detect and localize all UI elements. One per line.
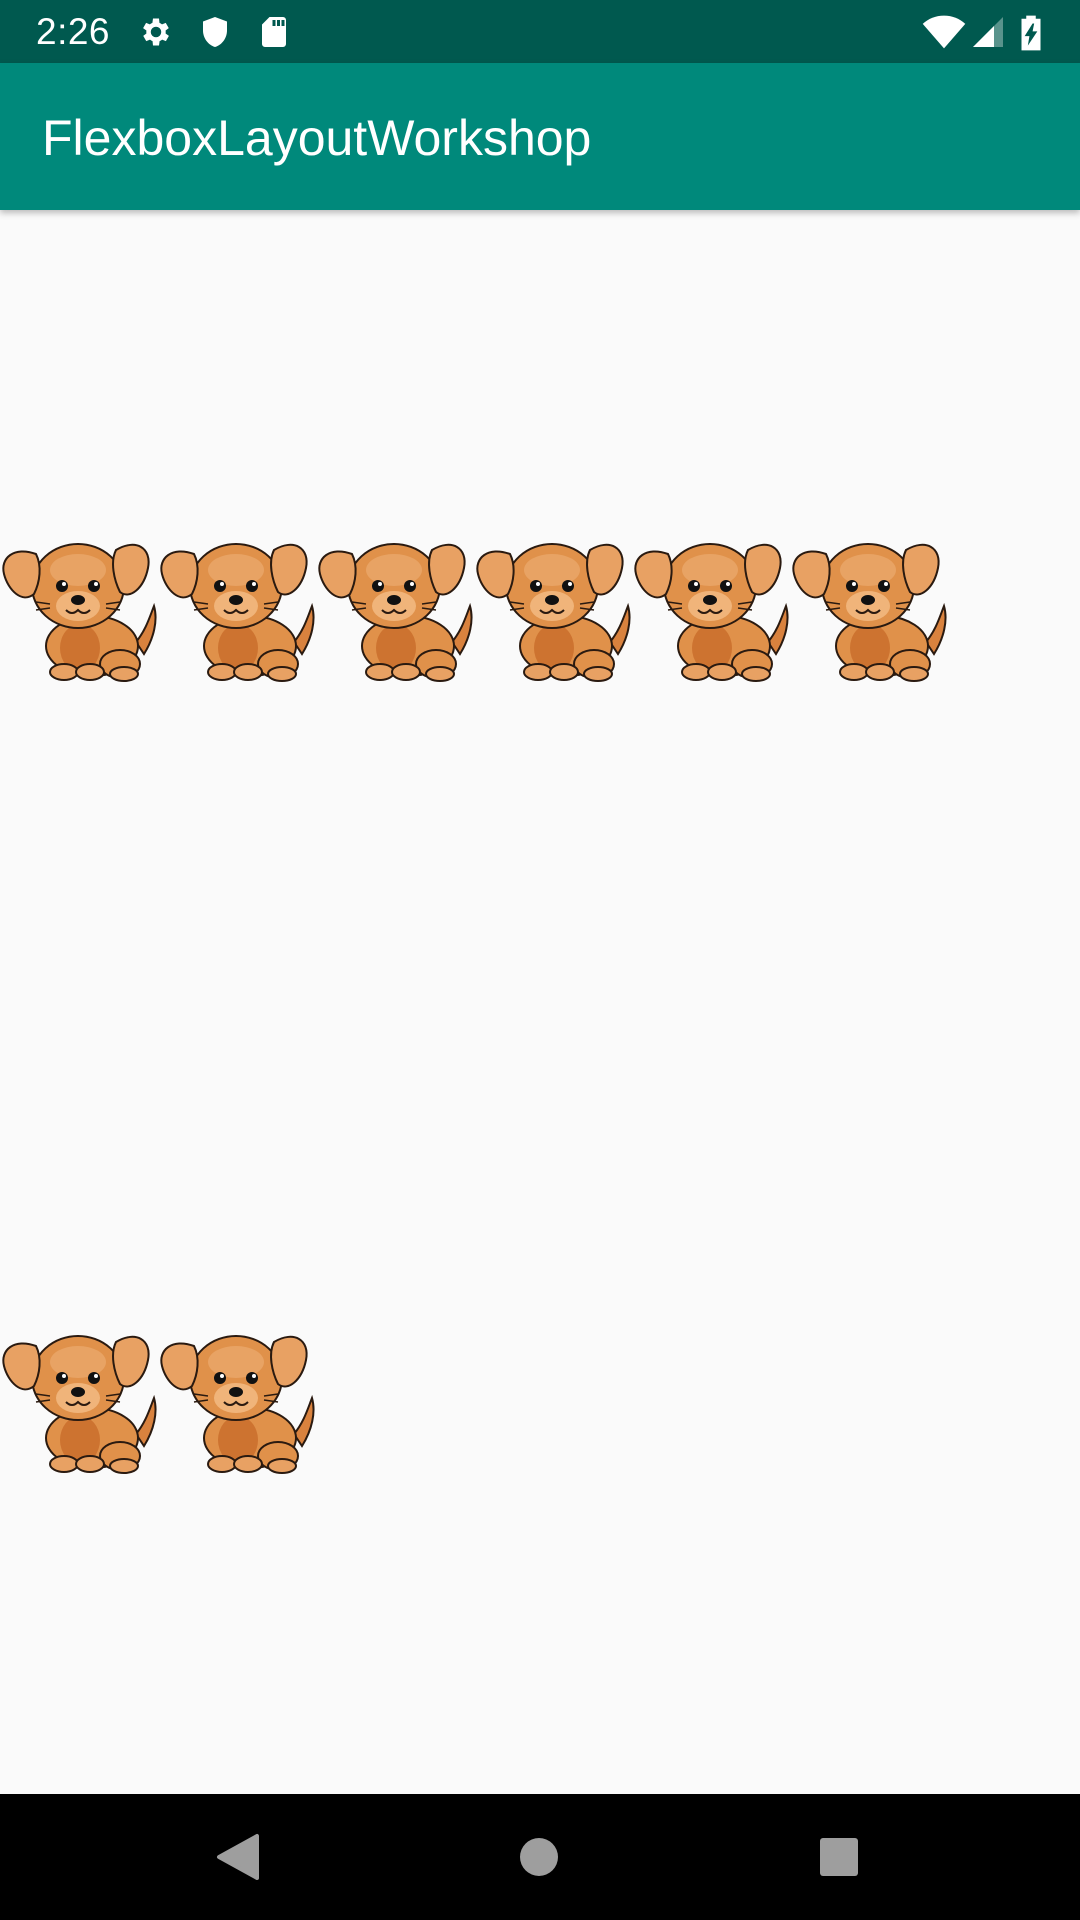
puppy-row-1 xyxy=(0,530,948,682)
shield-icon xyxy=(197,14,233,50)
status-bar: 2:26 xyxy=(0,0,1080,63)
puppy-image xyxy=(790,530,948,682)
app-title: FlexboxLayoutWorkshop xyxy=(42,110,592,166)
wifi-icon xyxy=(922,14,966,50)
puppy-image xyxy=(316,530,474,682)
puppy-image xyxy=(632,530,790,682)
sd-card-icon xyxy=(256,14,292,50)
puppy-image xyxy=(0,1322,158,1474)
flexbox-content xyxy=(0,210,1080,1794)
puppy-image xyxy=(0,530,158,682)
puppy-image xyxy=(158,1322,316,1474)
battery-charging-icon xyxy=(1016,14,1046,51)
status-time: 2:26 xyxy=(36,11,111,52)
app-screen: 2:26 FlexboxLayoutWorkshop xyxy=(0,0,1080,1920)
puppy-image xyxy=(474,530,632,682)
puppy-row-2 xyxy=(0,1322,316,1474)
navigation-bar xyxy=(0,1794,1080,1920)
recents-icon[interactable] xyxy=(814,1832,864,1882)
app-bar: FlexboxLayoutWorkshop xyxy=(0,63,1080,210)
cell-signal-icon xyxy=(970,14,1006,50)
back-icon[interactable] xyxy=(213,1832,263,1882)
puppy-image xyxy=(158,530,316,682)
home-icon[interactable] xyxy=(514,1832,564,1882)
gear-icon xyxy=(138,14,174,50)
